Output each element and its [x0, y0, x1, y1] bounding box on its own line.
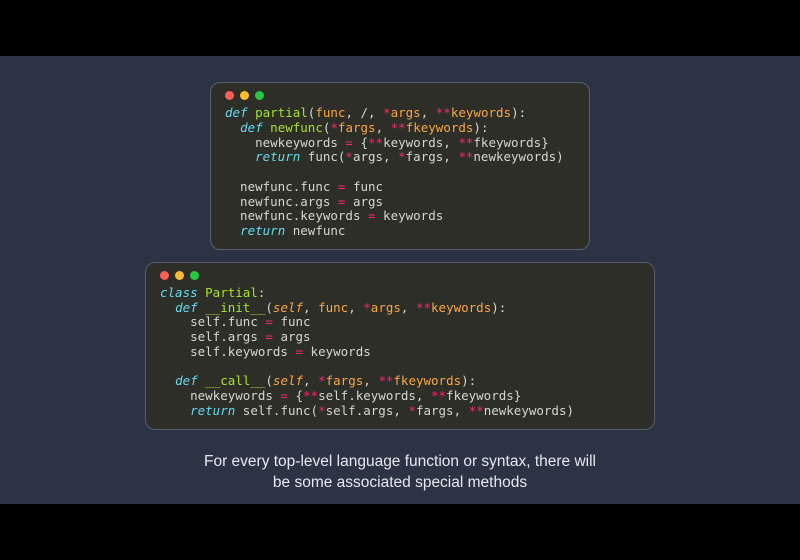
window-traffic-lights [225, 91, 575, 100]
maximize-icon [255, 91, 264, 100]
caption-line-2: be some associated special methods [0, 473, 800, 494]
code-window-partial-class: class Partial: def __init__(self, func, … [145, 262, 655, 430]
slide-area: def partial(func, /, *args, **keywords):… [0, 56, 800, 504]
subtitle-caption: For every top-level language function or… [0, 452, 800, 494]
minimize-icon [175, 271, 184, 280]
code-block: def partial(func, /, *args, **keywords):… [225, 106, 575, 239]
close-icon [225, 91, 234, 100]
code-window-partial-function: def partial(func, /, *args, **keywords):… [210, 82, 590, 250]
code-block: class Partial: def __init__(self, func, … [160, 286, 640, 419]
window-traffic-lights [160, 271, 640, 280]
close-icon [160, 271, 169, 280]
maximize-icon [190, 271, 199, 280]
caption-line-1: For every top-level language function or… [0, 452, 800, 473]
letterbox-top [0, 0, 800, 56]
minimize-icon [240, 91, 249, 100]
letterbox-bottom [0, 504, 800, 560]
